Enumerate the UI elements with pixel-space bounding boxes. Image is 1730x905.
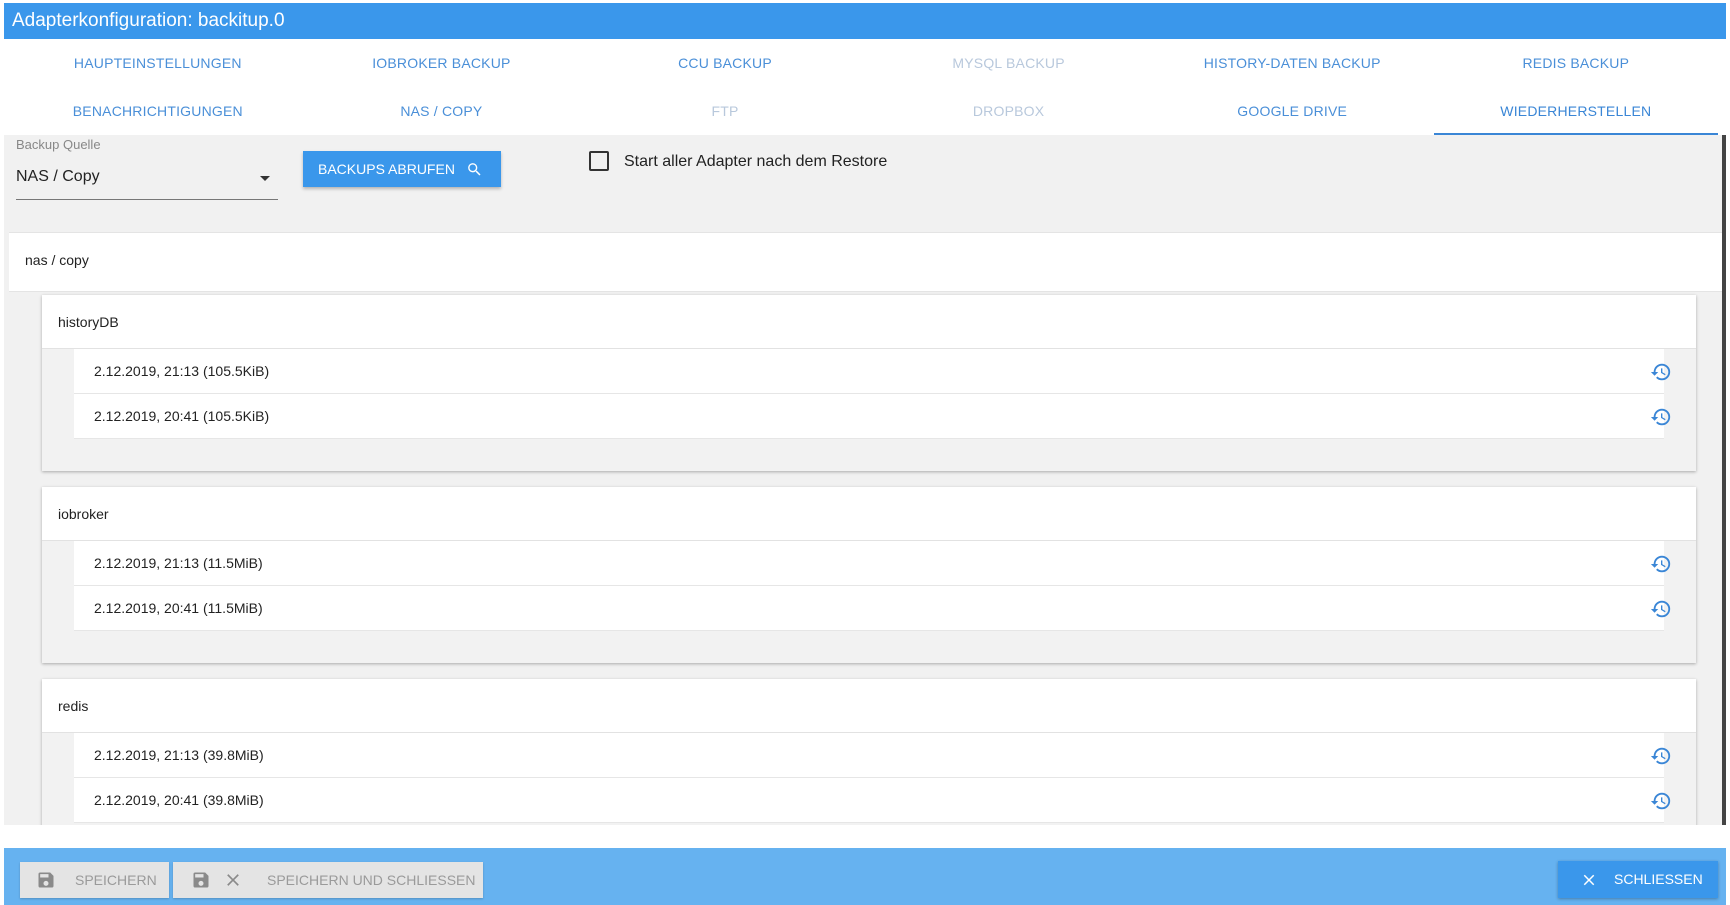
list-item: 2.12.2019, 20:41 (11.5MiB) [74,586,1671,631]
save-and-close-button[interactable]: SPEICHERN UND SCHLIESSEN [173,862,483,898]
save-label: SPEICHERN [75,872,157,888]
group-header: historyDB [42,295,1696,349]
history-icon[interactable] [1650,745,1672,767]
fetch-backups-label: BACKUPS ABRUFEN [318,161,455,177]
backup-source-select[interactable]: NAS / Copy [16,164,278,200]
tab-ftp[interactable]: FTP [583,87,867,135]
floppy-icon [193,872,209,888]
list-item: 2.12.2019, 20:41 (39.8MiB) [74,778,1671,823]
start-adapters-label: Start aller Adapter nach dem Restore [624,153,888,170]
tab-dropbox[interactable]: DROPBOX [867,87,1151,135]
list-item: 2.12.2019, 21:13 (39.8MiB) [74,733,1671,778]
list-item: 2.12.2019, 20:41 (105.5KiB) [74,394,1671,439]
tab-redis-backup[interactable]: REDIS BACKUP [1434,39,1718,87]
backup-source-value: NAS / Copy [16,168,100,185]
tab-mysql-backup[interactable]: MYSQL BACKUP [867,39,1151,87]
tab-haupteinstellungen[interactable]: HAUPTEINSTELLUNGEN [16,39,300,87]
history-icon[interactable] [1650,361,1672,383]
fetch-backups-button[interactable]: BACKUPS ABRUFEN [303,151,501,187]
backup-group-redis: redis 2.12.2019, 21:13 (39.8MiB) 2.12.20… [42,679,1696,825]
group-title: historyDB [58,314,119,330]
window-title: Adapterkonfiguration: backitup.0 [4,3,1726,39]
backup-source-label: Backup Quelle [16,137,101,152]
group-header: iobroker [42,487,1696,541]
tab-history-daten-backup[interactable]: HISTORY-DATEN BACKUP [1150,39,1434,87]
footer-toolbar: SPEICHERN SPEICHERN UND SCHLIESSEN SCHLI… [4,848,1726,905]
group-header: redis [42,679,1696,733]
history-icon[interactable] [1650,598,1672,620]
backup-entry-label: 2.12.2019, 20:41 (39.8MiB) [94,792,264,808]
backup-entry-label: 2.12.2019, 20:41 (105.5KiB) [94,408,270,424]
history-icon[interactable] [1650,553,1672,575]
tab-nas-copy[interactable]: NAS / COPY [300,87,584,135]
list-item: 2.12.2019, 21:13 (105.5KiB) [74,349,1671,394]
tab-ccu-backup[interactable]: CCU BACKUP [583,39,867,87]
tab-iobroker-backup[interactable]: IOBROKER BACKUP [300,39,584,87]
tab-benachrichtigungen[interactable]: BENACHRICHTIGUNGEN [16,87,300,135]
group-title: redis [58,698,89,714]
tab-google-drive[interactable]: GOOGLE DRIVE [1150,87,1434,135]
tab-wiederherstellen[interactable]: WIEDERHERSTELLEN [1434,87,1718,135]
location-title: nas / copy [25,252,89,268]
history-icon[interactable] [1650,790,1672,812]
caret-down-icon [260,176,270,181]
save-and-close-label: SPEICHERN UND SCHLIESSEN [267,872,476,888]
backup-entry-label: 2.12.2019, 21:13 (105.5KiB) [94,363,270,379]
backup-entry-label: 2.12.2019, 21:13 (39.8MiB) [94,747,264,763]
tab-bar: HAUPTEINSTELLUNGEN IOBROKER BACKUP CCU B… [16,39,1718,135]
save-button[interactable]: SPEICHERN [20,862,169,898]
backup-entry-label: 2.12.2019, 21:13 (11.5MiB) [94,555,263,571]
content-scrollbar[interactable] [1722,135,1726,825]
backup-entry-label: 2.12.2019, 20:41 (11.5MiB) [94,600,263,616]
close-label: SCHLIESSEN [1614,871,1703,887]
backup-group-iobroker: iobroker 2.12.2019, 21:13 (11.5MiB) 2.12… [42,487,1696,663]
close-icon [227,874,239,886]
history-icon[interactable] [1650,406,1672,428]
search-icon [468,163,481,176]
close-icon [1583,874,1595,886]
location-header: nas / copy [9,232,1726,292]
floppy-icon [38,872,54,888]
close-button[interactable]: SCHLIESSEN [1558,861,1718,898]
group-title: iobroker [58,506,109,522]
list-item: 2.12.2019, 21:13 (11.5MiB) [74,541,1671,586]
start-adapters-checkbox[interactable] [589,151,609,171]
restore-content: nas / copy historyDB 2.12.2019, 21:13 (1… [4,135,1726,825]
backup-group-historydb: historyDB 2.12.2019, 21:13 (105.5KiB) 2.… [42,295,1696,471]
